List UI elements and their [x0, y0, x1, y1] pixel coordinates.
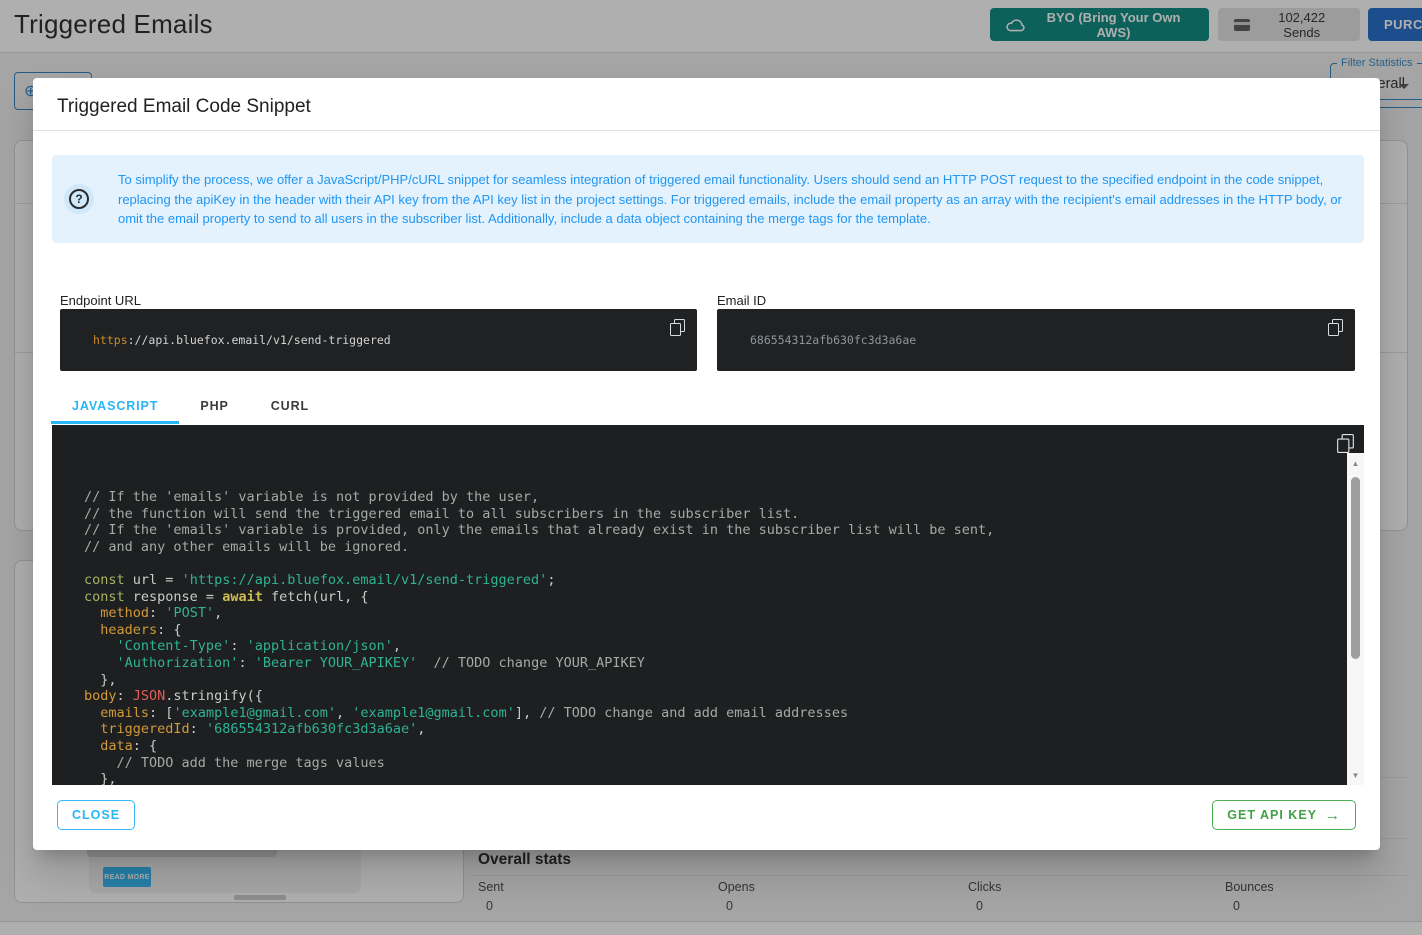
code-line: method: 'POST', [84, 605, 1347, 622]
code-snippet-dialog: Triggered Email Code Snippet ? To simpli… [33, 78, 1380, 850]
code-line [84, 555, 1347, 572]
code-line: 'Authorization': 'Bearer YOUR_APIKEY' //… [84, 655, 1347, 672]
code-line: // If the 'emails' variable is provided,… [84, 522, 1347, 539]
code-line: 'Content-Type': 'application/json', [84, 638, 1347, 655]
tab-javascript[interactable]: JAVASCRIPT [51, 388, 179, 424]
code-line: body: JSON.stringify({ [84, 688, 1347, 705]
divider [33, 130, 1380, 131]
copy-email-id-button[interactable] [1328, 319, 1343, 336]
endpoint-url-value: https://api.bluefox.email/v1/send-trigge… [93, 309, 391, 371]
code-line: // the function will send the triggered … [84, 506, 1347, 523]
email-id-label: Email ID [717, 293, 766, 308]
code-line: }, [84, 771, 1347, 785]
get-api-key-label: GET API KEY [1227, 808, 1317, 822]
get-api-key-button[interactable]: GET API KEY → [1212, 800, 1356, 830]
scrollbar-thumb[interactable] [1351, 477, 1360, 659]
code-line: data: { [84, 738, 1347, 755]
dialog-title: Triggered Email Code Snippet [57, 96, 311, 118]
copy-code-button[interactable] [1337, 434, 1354, 453]
tab-php[interactable]: PHP [179, 388, 249, 424]
code-line: const url = 'https://api.bluefox.email/v… [84, 572, 1347, 589]
endpoint-url-field: https://api.bluefox.email/v1/send-trigge… [60, 309, 697, 371]
scrollbar-down-arrow[interactable]: ▼ [1347, 767, 1364, 783]
code-line: }, [84, 672, 1347, 689]
code-content: // If the 'emails' variable is not provi… [52, 453, 1347, 785]
language-tabs: JAVASCRIPT PHP CURL [51, 388, 330, 424]
code-line: headers: { [84, 622, 1347, 639]
code-line: const response = await fetch(url, { [84, 589, 1347, 606]
info-banner-text: To simplify the process, we offer a Java… [118, 170, 1354, 229]
close-button[interactable]: CLOSE [57, 800, 135, 830]
app-root: Triggered Emails BYO (Bring Your Own AWS… [0, 0, 1422, 935]
code-scrollbar[interactable]: ▲ ▼ [1347, 453, 1364, 785]
copy-endpoint-button[interactable] [670, 319, 685, 336]
code-scroll-area: // If the 'emails' variable is not provi… [52, 453, 1347, 785]
tab-curl[interactable]: CURL [250, 388, 330, 424]
code-snippet-block: // If the 'emails' variable is not provi… [52, 425, 1364, 785]
scrollbar-up-arrow[interactable]: ▲ [1347, 455, 1364, 471]
info-banner: ? To simplify the process, we offer a Ja… [52, 155, 1364, 243]
arrow-right-icon: → [1325, 808, 1341, 823]
code-line: triggeredId: '686554312afb630fc3d3a6ae', [84, 721, 1347, 738]
email-id-field: 686554312afb630fc3d3a6ae [717, 309, 1355, 371]
code-line: // If the 'emails' variable is not provi… [84, 489, 1347, 506]
code-line: // TODO add the merge tags values [84, 755, 1347, 772]
email-id-value: 686554312afb630fc3d3a6ae [750, 309, 916, 371]
endpoint-url-label: Endpoint URL [60, 293, 141, 308]
help-icon: ? [64, 184, 94, 214]
code-line: // and any other emails will be ignored. [84, 539, 1347, 556]
code-line: emails: ['example1@gmail.com', 'example1… [84, 705, 1347, 722]
